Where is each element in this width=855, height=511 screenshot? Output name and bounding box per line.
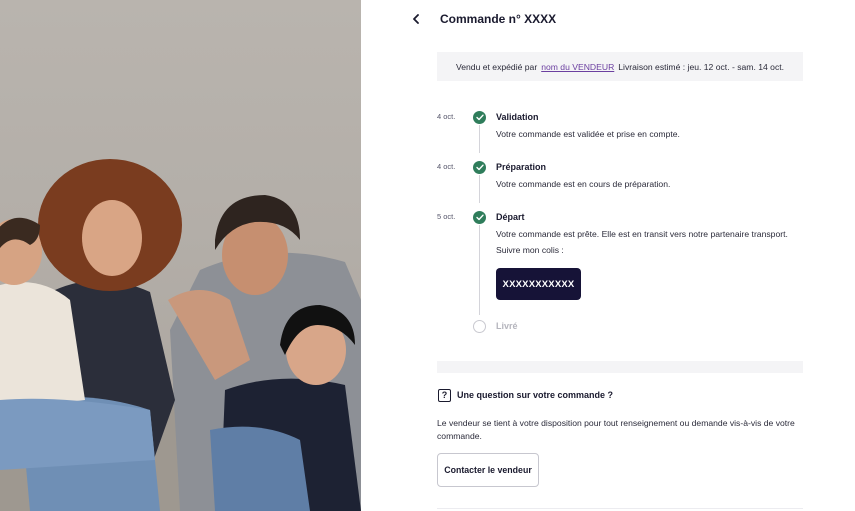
contact-seller-button[interactable]: Contacter le vendeur bbox=[437, 453, 539, 487]
seller-prefix: Vendu et expédié par bbox=[455, 61, 538, 72]
step-date: 5 oct. bbox=[437, 212, 456, 221]
family-illustration bbox=[0, 159, 361, 511]
bottom-divider bbox=[437, 508, 803, 509]
track-parcel-label: Suivre mon colis : bbox=[496, 245, 564, 255]
step-name: Préparation bbox=[496, 162, 547, 172]
timeline-connector bbox=[479, 225, 480, 315]
step-date: 4 oct. bbox=[437, 112, 456, 121]
seller-link[interactable]: nom du VENDEUR bbox=[541, 62, 614, 72]
hero-photo bbox=[0, 0, 361, 511]
track-parcel-button[interactable]: XXXXXXXXXXX bbox=[496, 268, 581, 300]
empty-circle-icon bbox=[473, 320, 486, 333]
step-name: Livré bbox=[496, 321, 518, 331]
check-circle-icon bbox=[473, 211, 486, 224]
order-panel: Commande n° XXXX Vendu et expédié par no… bbox=[361, 0, 855, 511]
timeline-connector bbox=[479, 175, 480, 203]
section-divider bbox=[437, 361, 803, 373]
step-date: 4 oct. bbox=[437, 162, 456, 171]
question-box-icon: ? bbox=[438, 389, 451, 402]
step-name: Départ bbox=[496, 212, 525, 222]
check-circle-icon bbox=[473, 111, 486, 124]
question-text: Le vendeur se tient à votre disposition … bbox=[437, 418, 795, 441]
step-name: Validation bbox=[496, 112, 539, 122]
delivery-estimate: Livraison estimé : jeu. 12 oct. - sam. 1… bbox=[618, 61, 785, 72]
step-description: Votre commande est prête. Elle est en tr… bbox=[496, 229, 788, 239]
seller-info-bar: Vendu et expédié par nom du VENDEUR Livr… bbox=[437, 52, 803, 81]
chevron-left-icon bbox=[413, 14, 419, 24]
check-circle-icon bbox=[473, 161, 486, 174]
question-title: Une question sur votre commande ? bbox=[457, 390, 614, 400]
step-description: Votre commande est validée et prise en c… bbox=[496, 129, 680, 139]
page-title: Commande n° XXXX bbox=[440, 12, 557, 26]
step-description: Votre commande est en cours de préparati… bbox=[496, 179, 671, 189]
back-button[interactable] bbox=[408, 11, 424, 27]
timeline-connector bbox=[479, 125, 480, 153]
